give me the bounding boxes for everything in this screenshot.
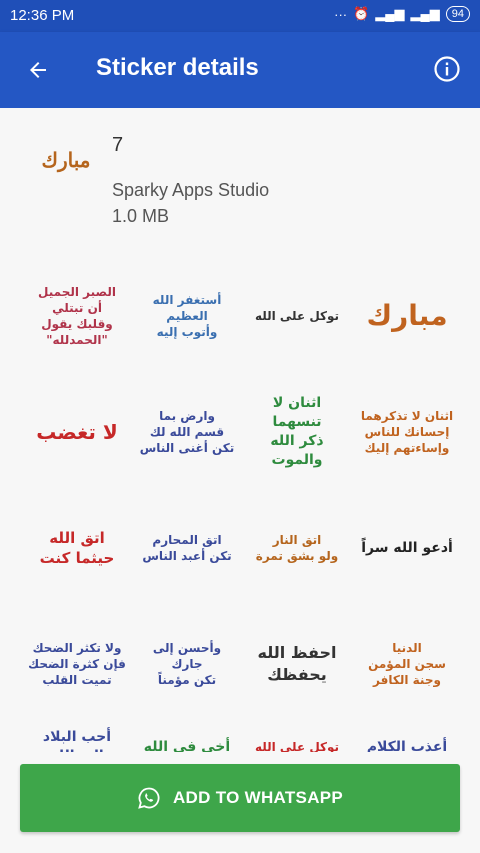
sticker-details-content: مبارك 7 Sparky Apps Studio 1.0 MB الصبر …: [0, 108, 480, 853]
sticker-text: الدنيا سجن المؤمن وجنة الكافر: [368, 640, 446, 688]
sticker-text: ولا تكثر الضحك فإن كثرة الضحك تميت القلب: [28, 640, 126, 688]
sticker-text: لا تغضب: [36, 419, 118, 444]
sticker[interactable]: أعذب الكلام: [352, 722, 462, 752]
publisher-name: Sparky Apps Studio: [112, 180, 270, 200]
signal-icon-2: ▂▄▆: [410, 6, 440, 21]
sticker[interactable]: احفظ الله يحفظك: [242, 606, 352, 722]
add-to-whatsapp-label: ADD TO WHATSAPP: [172, 788, 344, 807]
sticker[interactable]: الصبر الجميل أن تبتلي وقلبك يقول "الحمدل…: [22, 258, 132, 374]
sticker[interactable]: أدعو الله سراً: [352, 490, 462, 606]
sticker-text: اتق الله حيثما كنت: [39, 528, 115, 567]
sticker-text: الصبر الجميل أن تبتلي وقلبك يقول "الحمدل…: [38, 284, 116, 348]
sticker-text: أخي في الله: [143, 738, 231, 752]
pack-size: 1.0 MB: [112, 206, 170, 226]
sticker[interactable]: اثنان لا تنسهما ذكر الله والموت: [242, 374, 352, 490]
sticker[interactable]: توكل على الله: [242, 722, 352, 752]
status-bar: 12:36 PM ··· ⏰ ▂▄▆ ▂▄▆ 94: [0, 0, 480, 32]
page-title: Sticker details: [96, 54, 259, 81]
sticker-text: أدعو الله سراً: [361, 539, 453, 556]
sticker-text: مبارك: [366, 299, 448, 333]
add-to-whatsapp-button[interactable]: ADD TO WHATSAPP: [20, 764, 460, 832]
sticker-text: اتق النار ولو بشق تمرة: [255, 532, 339, 563]
sticker[interactable]: لا تغضب: [22, 374, 132, 490]
sticker-text: احفظ الله يحفظك: [257, 643, 337, 684]
back-arrow-icon[interactable]: [22, 54, 54, 86]
sticker-text: اثنان لا تذكرهما إحسانك للناس وإساءتهم إ…: [360, 408, 454, 456]
sticker-text: اتق المحارم تكن أعبد الناس: [142, 532, 232, 563]
sticker-text: توكل على الله: [254, 308, 340, 323]
sticker[interactable]: وارض بما قسم الله لك تكن أغنى الناس: [132, 374, 242, 490]
pack-name: 7: [112, 134, 124, 156]
sticker[interactable]: اثنان لا تذكرهما إحسانك للناس وإساءتهم إ…: [352, 374, 462, 490]
notification-dots-icon: ···: [334, 6, 348, 22]
alarm-off-icon: ⏰: [353, 6, 370, 21]
sticker-text: اثنان لا تنسهما ذكر الله والموت: [270, 395, 324, 468]
sticker-text: أستغفر الله العظيم وأتوب إليه: [152, 292, 222, 340]
sticker[interactable]: وأحسن إلى جارك تكن مؤمناً: [132, 606, 242, 722]
battery-icon: 94: [445, 6, 470, 22]
sticker[interactable]: اتق الله حيثما كنت: [22, 490, 132, 606]
info-icon[interactable]: [432, 54, 462, 84]
sticker-text: توكل على الله: [254, 739, 340, 752]
sticker[interactable]: اتق المحارم تكن أعبد الناس: [132, 490, 242, 606]
sticker[interactable]: أحب البلاد إلى الله: [22, 722, 132, 752]
sticker[interactable]: أخي في الله: [132, 722, 242, 752]
sticker[interactable]: توكل على الله: [242, 258, 352, 374]
sticker[interactable]: أستغفر الله العظيم وأتوب إليه: [132, 258, 242, 374]
sticker-text: أعذب الكلام: [366, 738, 448, 752]
sticker[interactable]: ولا تكثر الضحك فإن كثرة الضحك تميت القلب: [22, 606, 132, 722]
sticker-text: وارض بما قسم الله لك تكن أغنى الناس: [139, 408, 235, 456]
status-time: 12:36 PM: [10, 7, 75, 24]
sticker-text: أحب البلاد إلى الله: [42, 729, 112, 752]
app-bar: Sticker details: [0, 32, 480, 108]
signal-icon: ▂▄▆: [375, 6, 405, 21]
tray-icon: مبارك: [41, 148, 91, 172]
sticker-text: وأحسن إلى جارك تكن مؤمناً: [152, 640, 222, 688]
status-icons: ··· ⏰ ▂▄▆ ▂▄▆ 94: [334, 6, 470, 22]
sticker[interactable]: اتق النار ولو بشق تمرة: [242, 490, 352, 606]
sticker-grid: الصبر الجميل أن تبتلي وقلبك يقول "الحمدل…: [22, 258, 462, 752]
sticker[interactable]: مبارك: [352, 258, 462, 374]
whatsapp-icon: [138, 787, 160, 809]
sticker[interactable]: الدنيا سجن المؤمن وجنة الكافر: [352, 606, 462, 722]
